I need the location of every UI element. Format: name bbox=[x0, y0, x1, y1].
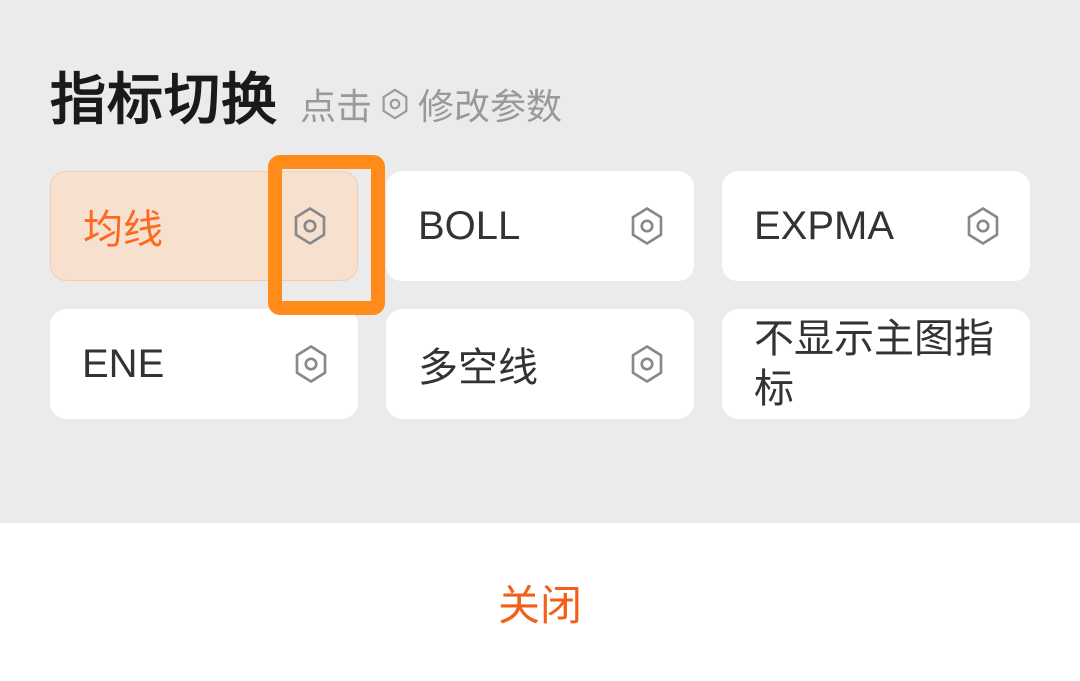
close-button[interactable]: 关闭 bbox=[498, 572, 582, 633]
panel-title: 指标切换 bbox=[50, 55, 278, 136]
indicator-card-ene[interactable]: ENE bbox=[50, 309, 358, 419]
indicator-label: 均线 bbox=[83, 197, 163, 255]
subtitle-prefix: 点击 bbox=[300, 78, 372, 130]
panel-subtitle: 点击 修改参数 bbox=[300, 78, 562, 130]
indicator-grid: 均线 BOLL EXPMA bbox=[0, 171, 1080, 419]
gear-icon[interactable] bbox=[626, 343, 668, 385]
indicator-card-ma[interactable]: 均线 bbox=[50, 171, 358, 281]
indicator-card-expma[interactable]: EXPMA bbox=[722, 171, 1030, 281]
indicator-label: 不显示主图指标 bbox=[754, 314, 998, 414]
panel-header: 指标切换 点击 修改参数 bbox=[0, 0, 1080, 171]
subtitle-suffix: 修改参数 bbox=[418, 78, 562, 130]
panel-footer: 关闭 bbox=[0, 523, 1080, 681]
indicator-label: EXPMA bbox=[754, 204, 894, 249]
indicator-label: BOLL bbox=[418, 204, 520, 249]
indicator-card-duokong[interactable]: 多空线 bbox=[386, 309, 694, 419]
indicator-card-boll[interactable]: BOLL bbox=[386, 171, 694, 281]
gear-icon[interactable] bbox=[962, 205, 1004, 247]
gear-icon[interactable] bbox=[289, 205, 331, 247]
indicator-label: 多空线 bbox=[418, 335, 538, 393]
gear-icon[interactable] bbox=[626, 205, 668, 247]
indicator-label: ENE bbox=[82, 342, 164, 387]
gear-icon[interactable] bbox=[290, 343, 332, 385]
indicator-card-none[interactable]: 不显示主图指标 bbox=[722, 309, 1030, 419]
indicator-switch-panel: 指标切换 点击 修改参数 均线 BOLL bbox=[0, 0, 1080, 681]
gear-icon bbox=[378, 87, 412, 121]
